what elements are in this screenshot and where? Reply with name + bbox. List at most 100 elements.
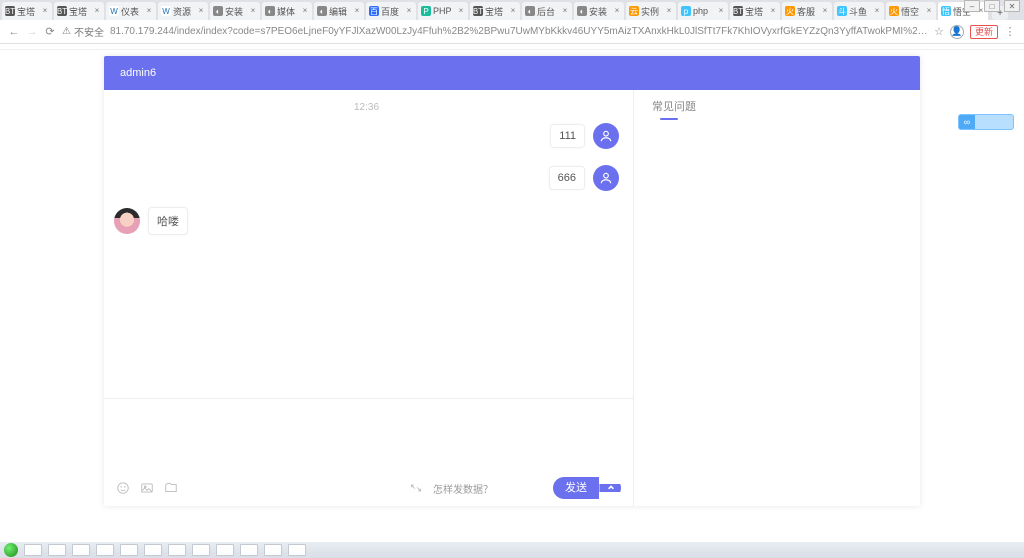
tab-close-icon[interactable]: ×	[769, 7, 777, 15]
tab-close-icon[interactable]: ×	[873, 7, 881, 15]
browser-tab[interactable]: ◐安装×	[574, 2, 624, 20]
send-button[interactable]: 发送	[553, 477, 599, 499]
nav-forward-button[interactable]: →	[26, 26, 38, 38]
browser-tab[interactable]: ◐编辑×	[314, 2, 364, 20]
tab-close-icon[interactable]: ×	[405, 7, 413, 15]
tab-close-icon[interactable]: ×	[145, 7, 153, 15]
tab-label: 编辑	[329, 5, 351, 18]
tab-close-icon[interactable]: ×	[717, 7, 725, 15]
tab-close-icon[interactable]: ×	[41, 7, 49, 15]
user-avatar-icon	[593, 123, 619, 149]
composer-input[interactable]	[116, 399, 621, 470]
nav-back-button[interactable]: ←	[8, 26, 20, 38]
nav-reload-button[interactable]: ⟳	[44, 26, 56, 38]
emoji-icon[interactable]	[116, 481, 130, 495]
browser-menu-button[interactable]: ⋮	[1004, 26, 1016, 38]
browser-tab[interactable]: W仪表×	[106, 2, 156, 20]
bookmark-star-icon[interactable]: ☆	[934, 25, 944, 38]
message-row: 哈喽	[114, 207, 619, 235]
browser-tab[interactable]: 云实例×	[626, 2, 676, 20]
browser-tab[interactable]: ◐安装×	[210, 2, 260, 20]
browser-tab[interactable]: pphp×	[678, 2, 728, 20]
browser-address-bar: ← → ⟳ ⚠ 不安全 81.70.179.244/index/index?co…	[0, 20, 1024, 44]
file-icon[interactable]	[164, 481, 178, 495]
taskbar-item[interactable]	[120, 544, 138, 556]
transfer-icon[interactable]	[409, 481, 423, 495]
security-status[interactable]: ⚠ 不安全	[62, 24, 104, 39]
browser-tab[interactable]: 火客服×	[782, 2, 832, 20]
message-bubble: 666	[549, 166, 585, 190]
faq-pane: 常见问题	[634, 90, 920, 506]
browser-tab[interactable]: 斗斗鱼×	[834, 2, 884, 20]
browser-update-button[interactable]: 更新	[970, 25, 998, 39]
tab-close-icon[interactable]: ×	[561, 7, 569, 15]
tab-close-icon[interactable]: ×	[509, 7, 517, 15]
tab-favicon-icon: BT	[5, 6, 15, 16]
tab-close-icon[interactable]: ×	[821, 7, 829, 15]
tab-favicon-icon: p	[681, 6, 691, 16]
taskbar-item[interactable]	[168, 544, 186, 556]
browser-tab[interactable]: PPHP×	[418, 2, 468, 20]
taskbar-item[interactable]	[288, 544, 306, 556]
tab-label: 资源	[173, 5, 195, 18]
taskbar-item[interactable]	[192, 544, 210, 556]
window-minimize-button[interactable]: –	[964, 0, 980, 12]
tab-close-icon[interactable]: ×	[197, 7, 205, 15]
tab-label: 宝塔	[17, 5, 39, 18]
message-row: 111	[114, 123, 619, 149]
tab-label: 后台	[537, 5, 559, 18]
tab-close-icon[interactable]: ×	[613, 7, 621, 15]
tab-label: 安装	[225, 5, 247, 18]
browser-tab[interactable]: BT宝塔×	[730, 2, 780, 20]
browser-tab[interactable]: 火悟空×	[886, 2, 936, 20]
share-icon: ∞	[959, 114, 975, 130]
browser-tab[interactable]: ◐媒体×	[262, 2, 312, 20]
window-maximize-button[interactable]: □	[984, 0, 1000, 12]
browser-tab[interactable]: BT宝塔×	[54, 2, 104, 20]
tab-close-icon[interactable]: ×	[665, 7, 673, 15]
window-close-button[interactable]: ✕	[1004, 0, 1020, 12]
image-icon[interactable]	[140, 481, 154, 495]
faq-tab[interactable]: 常见问题	[634, 90, 708, 126]
taskbar-item[interactable]	[96, 544, 114, 556]
message-bubble: 哈喽	[148, 207, 188, 235]
agent-avatar-icon	[114, 208, 140, 234]
taskbar-item[interactable]	[216, 544, 234, 556]
tab-close-icon[interactable]: ×	[925, 7, 933, 15]
browser-tab[interactable]: BT宝塔×	[2, 2, 52, 20]
url-field[interactable]: 81.70.179.244/index/index?code=s7PEO6eLj…	[110, 26, 928, 37]
tab-favicon-icon: ◐	[213, 6, 223, 16]
user-avatar-icon	[593, 165, 619, 191]
tab-label: 宝塔	[745, 5, 767, 18]
tab-favicon-icon: BT	[473, 6, 483, 16]
tab-close-icon[interactable]: ×	[93, 7, 101, 15]
browser-tab[interactable]: ◐后台×	[522, 2, 572, 20]
browser-tab[interactable]: BT宝塔×	[470, 2, 520, 20]
taskbar-item[interactable]	[264, 544, 282, 556]
tab-favicon-icon: W	[109, 6, 119, 16]
tab-label: 客服	[797, 5, 819, 18]
tab-close-icon[interactable]: ×	[457, 7, 465, 15]
warning-icon: ⚠	[62, 26, 71, 37]
taskbar-item[interactable]	[24, 544, 42, 556]
tab-close-icon[interactable]: ×	[353, 7, 361, 15]
composer-help-text[interactable]: 怎样发数据？	[433, 481, 493, 496]
tab-label: 悟空	[901, 5, 923, 18]
floating-share-button[interactable]: ∞	[958, 114, 1014, 130]
taskbar-item[interactable]	[48, 544, 66, 556]
chat-header-username: admin6	[120, 67, 156, 79]
send-button-group: 发送	[553, 477, 621, 499]
taskbar-item[interactable]	[240, 544, 258, 556]
browser-tab[interactable]: W资源×	[158, 2, 208, 20]
tab-label: 安装	[589, 5, 611, 18]
taskbar-item[interactable]	[72, 544, 90, 556]
profile-avatar-icon[interactable]: 👤	[950, 25, 964, 39]
send-options-button[interactable]	[599, 484, 621, 492]
tab-close-icon[interactable]: ×	[301, 7, 309, 15]
browser-tab[interactable]: 百百度×	[366, 2, 416, 20]
start-button[interactable]	[4, 543, 18, 557]
taskbar-item[interactable]	[144, 544, 162, 556]
composer: 怎样发数据？ 发送	[104, 398, 633, 506]
tab-favicon-icon: W	[161, 6, 171, 16]
tab-close-icon[interactable]: ×	[249, 7, 257, 15]
